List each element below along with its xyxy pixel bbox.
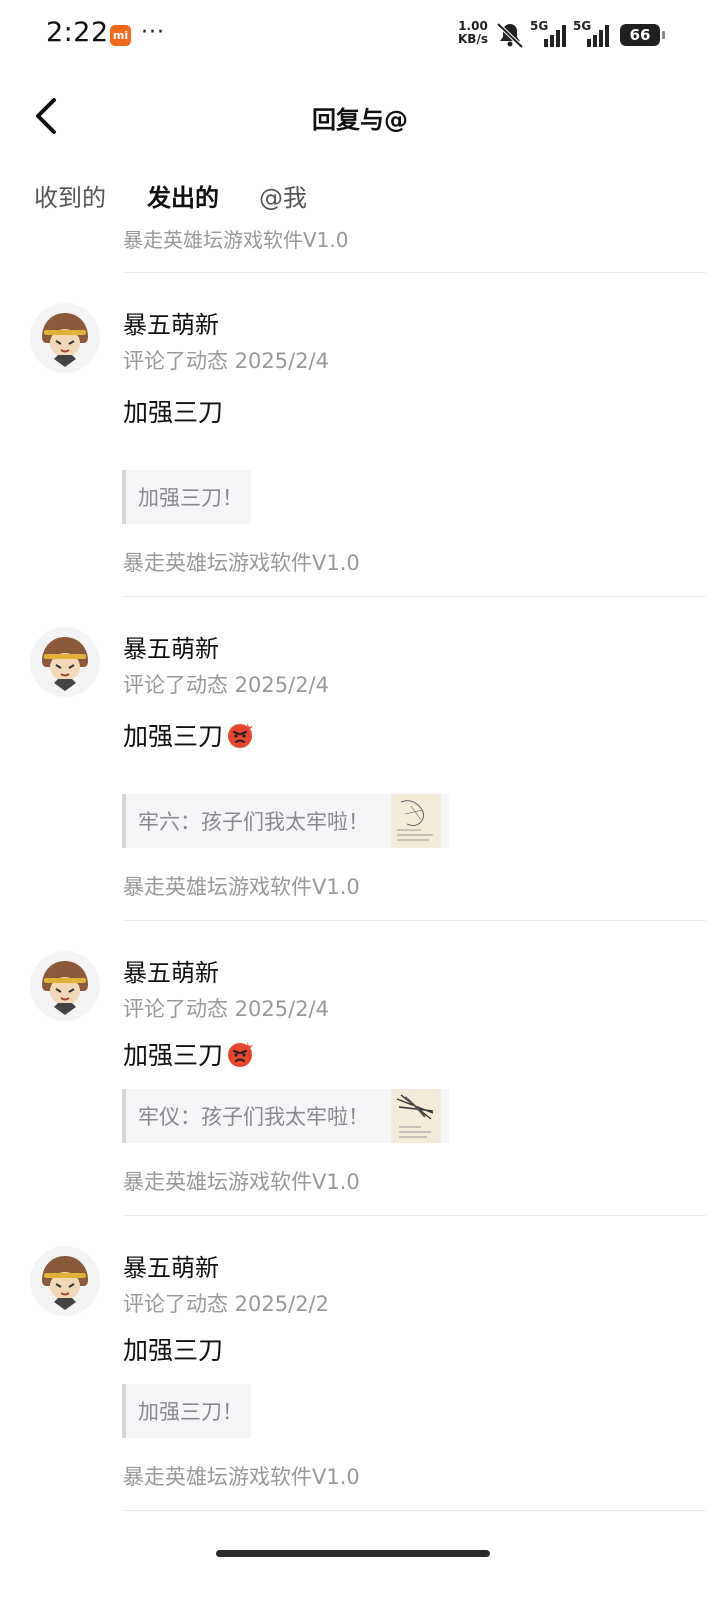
quoted-post-text: 牢六：孩子们我太牢啦！ <box>138 810 369 834</box>
monkey-king-avatar-icon <box>30 1246 100 1316</box>
comment-text: 加强三刀 <box>123 393 223 429</box>
list-item[interactable]: 暴五萌新 评论了动态 2025/2/4 加强三刀 加强三刀！ 暴走英雄坛游戏软件… <box>0 303 720 627</box>
more-notifications-icon: ··· <box>141 20 165 45</box>
quoted-post[interactable]: 牢六：孩子们我太牢啦！ <box>122 794 449 848</box>
signal-bars-icon <box>587 25 609 47</box>
tab-bar: 收到的 发出的 @我 <box>0 170 720 220</box>
list-item[interactable]: 暴五萌新 评论了动态 2025/2/4 加强三刀 牢六：孩子们我太牢啦！ 暴走英… <box>0 627 720 951</box>
username[interactable]: 暴五萌新 <box>123 1248 219 1283</box>
comment-text: 加强三刀 <box>123 717 254 753</box>
comment-meta: 评论了动态 2025/2/4 <box>123 673 329 697</box>
page-title: 回复与@ <box>312 106 408 134</box>
username[interactable]: 暴五萌新 <box>123 629 219 664</box>
divider <box>123 596 706 597</box>
divider <box>123 1510 706 1511</box>
mi-app-icon: mi <box>110 25 131 46</box>
comment-text: 加强三刀 <box>123 1036 254 1072</box>
battery-level: 66 <box>629 26 651 44</box>
monkey-king-avatar-icon <box>30 951 100 1021</box>
source-app-label[interactable]: 暴走英雄坛游戏软件V1.0 <box>123 1461 360 1491</box>
monkey-king-avatar-icon <box>30 627 100 697</box>
angry-face-emoji-icon <box>228 1042 254 1067</box>
tab-sent[interactable]: 发出的 <box>147 178 219 214</box>
username[interactable]: 暴五萌新 <box>123 305 219 340</box>
quoted-post-text: 加强三刀！ <box>138 1400 243 1424</box>
quoted-post[interactable]: 加强三刀！ <box>122 1384 251 1438</box>
quoted-post-text: 加强三刀！ <box>138 486 243 510</box>
comment-text-label: 加强三刀 <box>123 398 224 427</box>
comment-meta: 评论了动态 2025/2/4 <box>123 349 329 373</box>
comment-text-label: 加强三刀 <box>123 722 224 751</box>
sketch-thumbnail-icon <box>391 1089 441 1143</box>
header: 回复与@ <box>0 80 720 150</box>
reply-list: 暴走英雄坛游戏软件V1.0 暴五萌新 评论了动态 2025/2/4 加强三刀 加… <box>0 222 720 1542</box>
avatar[interactable] <box>30 303 100 373</box>
signal-5g-1: 5G <box>530 19 570 49</box>
username[interactable]: 暴五萌新 <box>123 953 219 988</box>
monkey-king-avatar-icon <box>30 303 100 373</box>
divider <box>123 1215 706 1216</box>
avatar[interactable] <box>30 1246 100 1316</box>
avatar[interactable] <box>30 627 100 697</box>
comment-meta: 评论了动态 2025/2/4 <box>123 997 329 1021</box>
source-app-label[interactable]: 暴走英雄坛游戏软件V1.0 <box>123 547 360 577</box>
sketch-thumbnail-icon <box>391 794 441 848</box>
comment-meta: 评论了动态 2025/2/2 <box>123 1292 329 1316</box>
tab-received-label: 收到的 <box>34 184 106 212</box>
list-item[interactable]: 暴五萌新 评论了动态 2025/2/4 加强三刀 牢仪：孩子们我太牢啦！ 暴走英… <box>0 951 720 1275</box>
home-indicator[interactable] <box>216 1550 490 1557</box>
tab-received[interactable]: 收到的 <box>34 178 106 213</box>
signal-5g-2: 5G <box>573 19 613 49</box>
angry-face-emoji-icon <box>228 723 254 748</box>
quoted-post-thumbnail <box>391 1089 441 1143</box>
tab-mentions-label: @我 <box>259 184 307 212</box>
list-item[interactable]: 暴五萌新 评论了动态 2025/2/2 加强三刀 加强三刀！ 暴走英雄坛游戏软件… <box>0 1246 720 1542</box>
tab-mentions[interactable]: @我 <box>259 178 307 213</box>
network-speed: 1.00 KB/s <box>458 20 488 46</box>
avatar[interactable] <box>30 951 100 1021</box>
source-app-label[interactable]: 暴走英雄坛游戏软件V1.0 <box>123 1166 360 1196</box>
source-app-label[interactable]: 暴走英雄坛游戏软件V1.0 <box>123 871 360 901</box>
divider <box>123 272 706 273</box>
quoted-post[interactable]: 牢仪：孩子们我太牢啦！ <box>122 1089 449 1143</box>
source-app-label[interactable]: 暴走英雄坛游戏软件V1.0 <box>123 224 349 253</box>
comment-text: 加强三刀 <box>123 1331 223 1367</box>
quoted-post-thumbnail <box>391 794 441 848</box>
quoted-post-text: 牢仪：孩子们我太牢啦！ <box>138 1105 369 1129</box>
tab-sent-label: 发出的 <box>147 184 219 212</box>
quoted-post[interactable]: 加强三刀！ <box>122 470 251 524</box>
divider <box>123 920 706 921</box>
mute-bell-icon <box>496 22 524 49</box>
comment-text-label: 加强三刀 <box>123 1336 224 1365</box>
screen: 2:22 mi ··· 1.00 KB/s 5G 5G 66 回复与@ 收到的 … <box>0 0 720 1600</box>
battery-icon: 66 <box>620 24 665 46</box>
comment-text-label: 加强三刀 <box>123 1041 224 1070</box>
network-speed-unit: KB/s <box>458 32 488 46</box>
status-bar: 2:22 mi ··· 1.00 KB/s 5G 5G 66 <box>0 0 720 70</box>
status-time: 2:22 <box>46 17 109 48</box>
signal-bars-icon <box>544 25 566 47</box>
